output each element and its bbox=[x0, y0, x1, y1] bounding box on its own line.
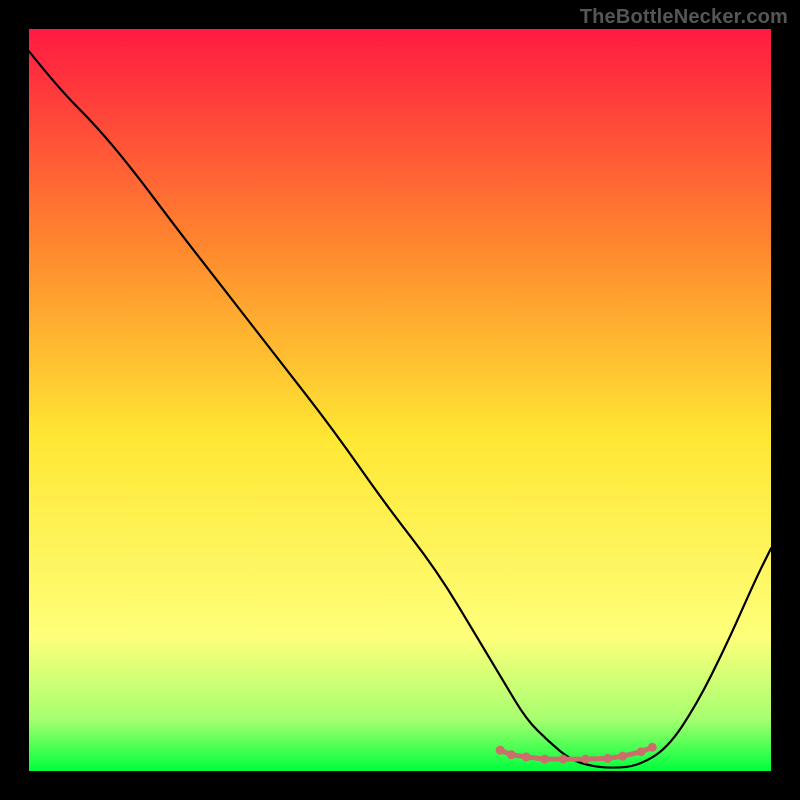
chart-svg bbox=[29, 29, 771, 771]
marker-dot bbox=[648, 743, 657, 752]
gradient-background bbox=[29, 29, 771, 771]
chart-stage: TheBottleNecker.com bbox=[0, 0, 800, 800]
watermark-text: TheBottleNecker.com bbox=[580, 6, 788, 29]
plot-area bbox=[29, 29, 771, 771]
